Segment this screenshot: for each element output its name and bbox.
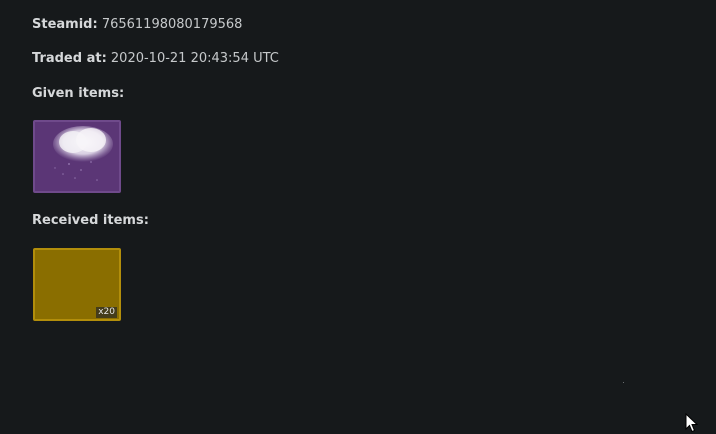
given-items-title: Given items: <box>32 86 125 101</box>
traded-at-label: Traded at: <box>32 51 107 66</box>
traded-at-value: 2020-10-21 20:43:54 UTC <box>110 51 279 66</box>
quantity-badge: x20 <box>96 307 117 318</box>
given-item-slot[interactable] <box>33 120 121 193</box>
steamid-label: Steamid: <box>32 17 98 32</box>
mouse-cursor-icon <box>685 413 699 433</box>
traded-at-row: Traded at: 2020-10-21 20:43:54 UTC <box>32 51 279 66</box>
received-items-title: Received items: <box>32 213 149 228</box>
steamid-row: Steamid: 76561198080179568 <box>32 17 242 32</box>
received-item-slot[interactable]: x20 <box>33 248 121 321</box>
snowflake-dots-icon <box>54 161 98 181</box>
speck-dot <box>623 382 624 383</box>
steamid-value: 76561198080179568 <box>101 17 243 32</box>
